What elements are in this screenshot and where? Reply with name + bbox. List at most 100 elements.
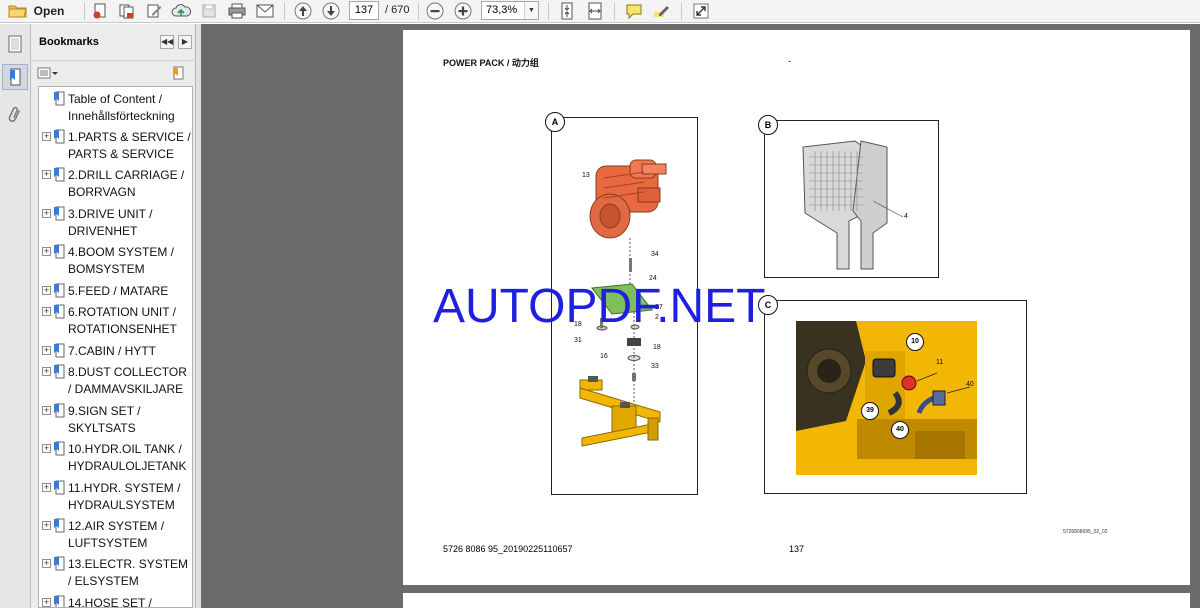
bookmark-icon xyxy=(53,595,65,607)
upload-cloud-icon[interactable] xyxy=(170,2,192,20)
part-number: 4 xyxy=(904,213,908,220)
bookmark-item-dust-collector[interactable]: + 8.DUST COLLECTOR / DAMMAVSKILJARE xyxy=(39,364,192,400)
part-number: 31 xyxy=(574,337,582,344)
attachments-paperclip-icon[interactable] xyxy=(2,102,28,128)
combine-files-icon[interactable] xyxy=(116,2,136,20)
bookmark-item-feed[interactable]: + 5.FEED / MATARE xyxy=(39,283,192,302)
email-icon[interactable] xyxy=(254,2,276,20)
edit-document-icon[interactable] xyxy=(144,2,164,20)
bookmark-label: 4.BOOM SYSTEM / BOMSYSTEM xyxy=(68,245,175,276)
bookmark-item-boom-system[interactable]: + 4.BOOM SYSTEM / BOMSYSTEM xyxy=(39,244,192,280)
zoom-out-icon[interactable] xyxy=(424,2,446,20)
bookmarks-toolbar xyxy=(31,60,196,86)
part-number: 40 xyxy=(966,381,974,388)
bookmark-icon xyxy=(53,129,65,147)
grille-guard-illustration xyxy=(802,140,904,270)
illustration-frame-b: B 4 xyxy=(758,115,939,278)
navigation-pane-strip xyxy=(0,24,31,608)
bookmark-icon xyxy=(53,91,65,109)
expand-plus-icon[interactable]: + xyxy=(42,406,51,415)
zoom-value: 73,3% xyxy=(486,4,518,16)
bookmark-label: 8.DUST COLLECTOR / DAMMAVSKILJARE xyxy=(68,365,187,396)
collapse-panel-icon[interactable]: ◀◀ xyxy=(160,35,174,49)
drawing-reference: 5726808695_02_02 xyxy=(1063,529,1108,535)
expand-plus-icon[interactable]: + xyxy=(42,346,51,355)
expand-plus-icon[interactable]: + xyxy=(42,367,51,376)
bookmark-icon xyxy=(53,441,65,459)
page-number-input[interactable]: 137 xyxy=(349,1,379,20)
expand-plus-icon[interactable]: + xyxy=(42,307,51,316)
bookmark-icon xyxy=(53,343,65,361)
watermark-text: AUTOPDF.NET xyxy=(433,280,766,333)
bookmark-label: 14.HOSE SET / xyxy=(68,596,152,608)
chevron-down-icon[interactable]: ▼ xyxy=(524,2,538,19)
bookmark-item-rotation-unit[interactable]: + 6.ROTATION UNIT / ROTATIONSENHET xyxy=(39,304,192,340)
bookmark-item-table-of-content[interactable]: Table of Content / Innehållsförteckning xyxy=(39,91,192,127)
bookmark-item-electr-system[interactable]: + 13.ELECTR. SYSTEM / ELSYSTEM xyxy=(39,556,192,592)
bookmark-icon xyxy=(53,518,65,536)
bookmark-item-hose-set[interactable]: + 14.HOSE SET / xyxy=(39,595,192,608)
previous-page-icon[interactable] xyxy=(292,2,314,20)
bookmark-label: 5.FEED / MATARE xyxy=(68,284,169,298)
bookmark-item-drill-carriage[interactable]: + 2.DRILL CARRIAGE / BORRVAGN xyxy=(39,167,192,203)
bookmarks-panel-icon[interactable] xyxy=(2,64,28,90)
expand-plus-icon[interactable]: + xyxy=(42,286,51,295)
illustration-frame-c: C 10 11 40 39 40 xyxy=(758,295,1027,494)
fit-page-icon[interactable] xyxy=(557,2,577,20)
toolbar-separator xyxy=(681,3,682,20)
bookmark-label: 13.ELECTR. SYSTEM / ELSYSTEM xyxy=(68,557,189,588)
expand-plus-icon[interactable]: + xyxy=(42,247,51,256)
bookmark-item-hydr-system[interactable]: + 11.HYDR. SYSTEM / HYDRAULSYSTEM xyxy=(39,480,192,516)
callout-b: B xyxy=(758,115,778,135)
expand-plus-icon[interactable]: + xyxy=(42,559,51,568)
bookmark-item-drive-unit[interactable]: + 3.DRIVE UNIT / DRIVENHET xyxy=(39,206,192,242)
bookmark-icon xyxy=(53,556,65,574)
bookmark-item-air-system[interactable]: + 12.AIR SYSTEM / LUFTSYSTEM xyxy=(39,518,192,554)
next-page-icon[interactable] xyxy=(320,2,342,20)
bookmark-item-sign-set[interactable]: + 9.SIGN SET / SKYLTSATS xyxy=(39,403,192,439)
expand-plus-icon[interactable]: + xyxy=(42,209,51,218)
comment-icon[interactable] xyxy=(623,2,645,20)
expand-plus-icon[interactable]: + xyxy=(42,170,51,179)
bookmarks-title: Bookmarks xyxy=(39,36,99,48)
save-icon[interactable] xyxy=(199,2,219,20)
create-pdf-icon[interactable] xyxy=(90,2,110,20)
bookmark-icon xyxy=(53,304,65,322)
bookmark-icon xyxy=(53,364,65,382)
page-title: POWER PACK / 动力组 xyxy=(443,58,539,68)
expand-plus-icon[interactable]: + xyxy=(42,521,51,530)
expand-plus-icon[interactable]: + xyxy=(42,598,51,607)
panel-options-icon[interactable]: ▶ xyxy=(178,35,192,49)
expand-icon[interactable] xyxy=(690,2,712,20)
page-header-dash: - xyxy=(788,56,791,66)
expand-plus-icon[interactable]: + xyxy=(42,132,51,141)
expand-bookmark-icon[interactable] xyxy=(170,65,186,84)
callout-part-10: 10 xyxy=(906,333,924,351)
expand-plus-icon[interactable]: + xyxy=(42,444,51,453)
print-icon[interactable] xyxy=(226,2,248,20)
open-folder-icon[interactable] xyxy=(6,2,30,20)
page-thumbnails-icon[interactable] xyxy=(2,31,28,57)
toolbar-separator xyxy=(548,3,549,20)
bookmark-icon xyxy=(53,167,65,185)
main-toolbar: Open 137 / 670 73,3% ▼ xyxy=(0,0,1200,23)
bookmarks-header: Bookmarks ◀◀ ▶ xyxy=(31,24,196,60)
highlight-icon[interactable] xyxy=(650,2,672,20)
bookmark-item-hydr-oil-tank[interactable]: + 10.HYDR.OIL TANK / HYDRAULOLJETANK xyxy=(39,441,192,477)
document-id: 5726 8086 95_20190225110657 xyxy=(443,544,573,554)
next-pdf-page xyxy=(403,593,1190,608)
zoom-select[interactable]: 73,3% ▼ xyxy=(481,1,539,20)
toolbar-separator xyxy=(614,3,615,20)
expand-plus-icon[interactable]: + xyxy=(42,483,51,492)
open-button[interactable]: Open xyxy=(34,2,65,20)
part-number: 33 xyxy=(651,363,659,370)
callout-part-40: 40 xyxy=(891,421,909,439)
bookmark-item-parts-service[interactable]: + 1.PARTS & SERVICE / PARTS & SERVICE xyxy=(39,129,192,165)
bookmark-label: 1.PARTS & SERVICE / PARTS & SERVICE xyxy=(68,130,191,161)
page-footer-number: 137 xyxy=(789,544,805,554)
bookmark-options-menu-icon[interactable] xyxy=(37,66,59,83)
bookmark-item-cabin[interactable]: + 7.CABIN / HYTT xyxy=(39,343,192,362)
bookmark-icon xyxy=(53,403,65,421)
fit-width-icon[interactable] xyxy=(585,2,605,20)
zoom-in-icon[interactable] xyxy=(452,2,474,20)
